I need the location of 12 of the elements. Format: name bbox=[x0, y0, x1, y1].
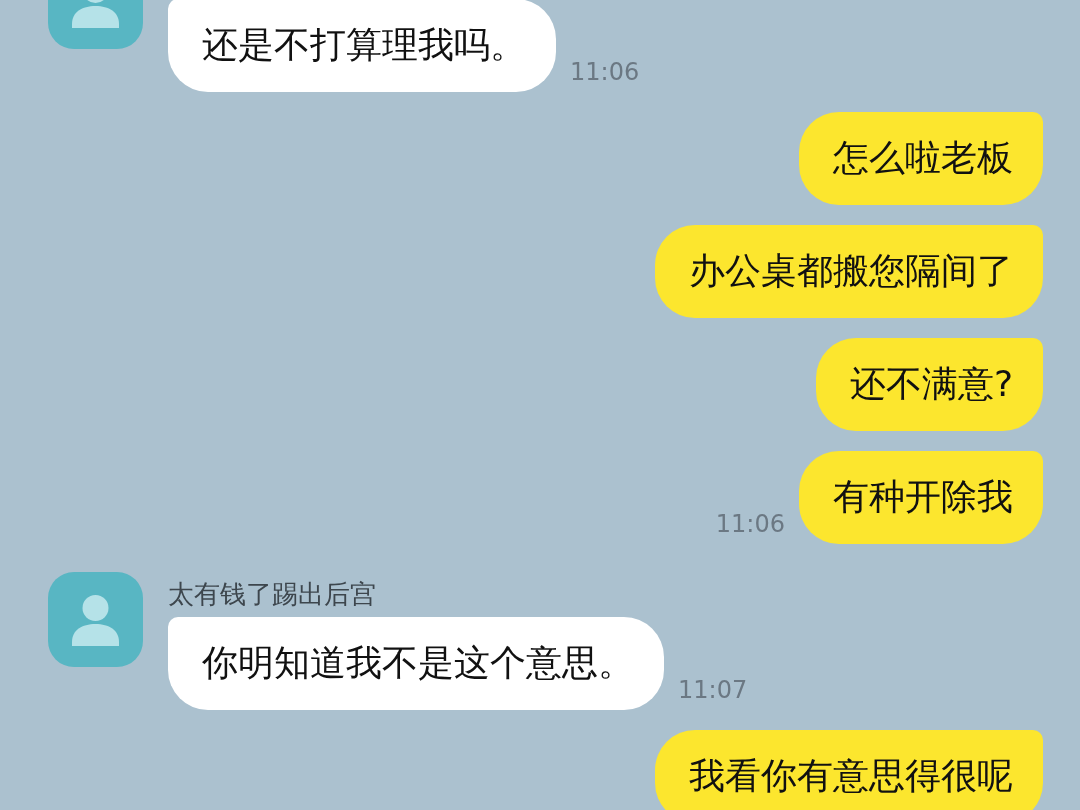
message-time: 11:06 bbox=[715, 510, 785, 538]
message-bubble: 还不满意? bbox=[815, 338, 1043, 431]
message-bubble: 还是不打算理我吗。 bbox=[168, 0, 556, 92]
message-time: 11:06 bbox=[570, 58, 640, 86]
avatar-icon bbox=[48, 572, 143, 667]
sender-name: 太有钱了踢出后宫 bbox=[168, 578, 376, 611]
message-bubble: 有种开除我 bbox=[799, 451, 1043, 544]
message-bubble: 办公桌都搬您隔间了 bbox=[655, 225, 1043, 318]
message-time: 11:07 bbox=[678, 676, 748, 704]
message-bubble: 怎么啦老板 bbox=[799, 112, 1043, 205]
message-bubble: 我看你有意思得很呢 bbox=[655, 730, 1043, 810]
message-bubble: 你明知道我不是这个意思。 bbox=[168, 617, 664, 710]
